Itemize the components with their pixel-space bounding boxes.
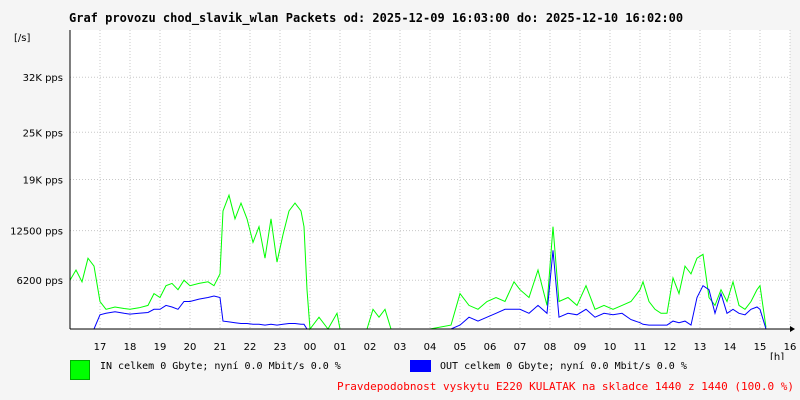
x-tick-label: 06: [484, 342, 497, 353]
x-tick-label: 21: [214, 342, 227, 353]
y-tick-label: 25K pps: [23, 128, 63, 139]
y-tick-label: 6200 pps: [16, 276, 63, 287]
legend-in-swatch: [70, 360, 90, 380]
x-tick-label: 01: [334, 342, 347, 353]
x-tick-label: 22: [244, 342, 257, 353]
x-tick-label: 03: [394, 342, 407, 353]
y-axis-label: [/s]: [14, 33, 30, 44]
x-tick-label: 00: [304, 342, 317, 353]
legend-out-swatch: [410, 360, 431, 372]
x-axis-label: [h]: [770, 352, 784, 360]
chart-plot: 6200 pps 12500 pps 19K pps 25K pps 32K pps 17…: [10, 30, 797, 360]
x-tick-label: 09: [574, 342, 587, 353]
y-tick-label: 19K pps: [23, 176, 63, 187]
legend-in-text: IN celkem 0 Gbyte; nyní 0.0 Mbit/s 0.0 %: [100, 361, 341, 372]
x-tick-label: 11: [634, 342, 647, 353]
x-tick-label: 02: [364, 342, 377, 353]
x-tick-label: 16: [784, 342, 797, 353]
x-tick-label: 19: [154, 342, 167, 353]
x-tick-label: 18: [124, 342, 137, 353]
x-tick-label: 04: [424, 342, 437, 353]
x-axis-arrow: [790, 326, 795, 332]
x-tick-label: 05: [454, 342, 467, 353]
x-tick-label: 08: [544, 342, 557, 353]
x-tick-label: 12: [664, 342, 677, 353]
x-tick-label: 23: [274, 342, 287, 353]
x-tick-label: 13: [694, 342, 707, 353]
x-tick-label: 10: [604, 342, 617, 353]
footer-note: Pravdepodobnost vyskytu E220 KULATAK na …: [337, 380, 794, 393]
x-tick-label: 17: [94, 342, 107, 353]
x-tick-label: 20: [184, 342, 197, 353]
y-tick-label: 12500 pps: [10, 227, 63, 238]
legend-out-text: OUT celkem 0 Gbyte; nyní 0.0 Mbit/s 0.0 …: [440, 361, 687, 372]
y-tick-label: 32K pps: [23, 73, 63, 84]
x-tick-label: 15: [754, 342, 767, 353]
x-tick-label: 07: [514, 342, 527, 353]
x-tick-label: 14: [724, 342, 737, 353]
